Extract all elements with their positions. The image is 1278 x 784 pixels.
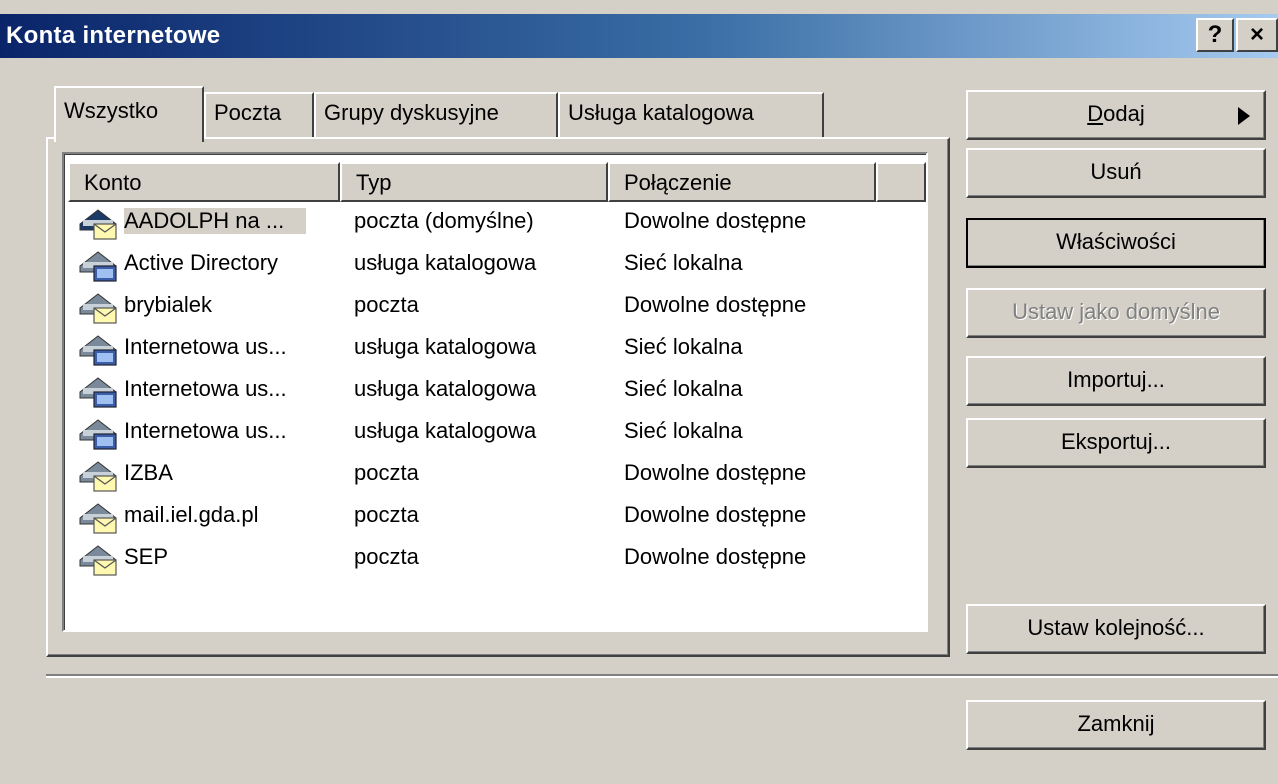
account-name: Internetowa us... xyxy=(124,376,287,401)
account-name: mail.iel.gda.pl xyxy=(124,502,259,527)
close-window-button[interactable]: × xyxy=(1236,18,1278,52)
list-item[interactable]: SEP poczta Dowolne dostępne xyxy=(64,538,926,580)
column-header-filler xyxy=(876,162,926,202)
help-button[interactable]: ? xyxy=(1196,18,1234,52)
account-name: IZBA xyxy=(124,460,173,485)
tab-label: Grupy dyskusyjne xyxy=(324,100,499,125)
directory-service-icon xyxy=(79,335,117,366)
account-type: poczta xyxy=(354,460,419,485)
account-type: usługa katalogowa xyxy=(354,418,537,443)
mail-account-icon xyxy=(79,545,117,576)
tab-usluga-katalogowa[interactable]: Usługa katalogowa xyxy=(558,92,824,138)
account-name: brybialek xyxy=(124,292,213,317)
mail-account-icon xyxy=(79,461,117,492)
list-item[interactable]: Internetowa us... usługa katalogowa Sieć l… xyxy=(64,412,926,454)
column-header-typ[interactable]: Typ xyxy=(340,162,608,202)
list-item[interactable]: IZBA poczta Dowolne dostępne xyxy=(64,454,926,496)
list-item[interactable]: AADOLPH na ... poczta (domyślne) Dowolne d… xyxy=(64,202,926,244)
add-button[interactable]: Dodaj xyxy=(966,90,1266,140)
account-name: Active Directory xyxy=(124,250,279,275)
account-type: usługa katalogowa xyxy=(354,376,537,401)
account-type: poczta xyxy=(354,502,419,527)
account-name: AADOLPH na ... xyxy=(124,208,307,234)
account-connection: Sieć lokalna xyxy=(624,334,743,359)
directory-service-icon xyxy=(79,419,117,450)
column-header-konto[interactable]: Konto xyxy=(68,162,340,202)
account-connection: Sieć lokalna xyxy=(624,376,743,401)
mail-account-icon xyxy=(79,503,117,534)
title-bar[interactable]: Konta internetowe ? × xyxy=(0,14,1278,58)
tab-label: Usługa katalogowa xyxy=(568,100,754,125)
tab-label: Poczta xyxy=(214,100,282,125)
list-item[interactable]: Internetowa us... usługa katalogowa Sieć l… xyxy=(64,370,926,412)
set-default-button[interactable]: Ustaw jako domyślne xyxy=(966,288,1266,338)
account-connection: Dowolne dostępne xyxy=(624,292,807,317)
account-type: usługa katalogowa xyxy=(354,250,537,275)
directory-service-icon xyxy=(79,251,117,282)
account-name: SEP xyxy=(124,544,169,569)
account-connection: Sieć lokalna xyxy=(624,418,743,443)
account-type: poczta xyxy=(354,292,419,317)
export-button[interactable]: Eksportuj... xyxy=(966,418,1266,468)
add-button-label: Dodaj xyxy=(1087,101,1145,126)
account-name: Internetowa us... xyxy=(124,334,287,359)
directory-service-icon xyxy=(79,377,117,408)
account-type: poczta xyxy=(354,544,419,569)
account-connection: Dowolne dostępne xyxy=(624,208,807,233)
account-connection: Dowolne dostępne xyxy=(624,502,807,527)
set-order-button[interactable]: Ustaw kolejność... xyxy=(966,604,1266,654)
column-header-polaczenie[interactable]: Połączenie xyxy=(608,162,876,202)
tab-wszystko[interactable]: Wszystko xyxy=(54,86,204,142)
import-button[interactable]: Importuj... xyxy=(966,356,1266,406)
account-type: usługa katalogowa xyxy=(354,334,537,359)
remove-button[interactable]: Usuń xyxy=(966,148,1266,198)
tab-poczta[interactable]: Poczta xyxy=(204,92,314,138)
accounts-list[interactable]: Konto Typ Połączenie AADOLPH na ... poczt… xyxy=(62,152,928,632)
account-connection: Dowolne dostępne xyxy=(624,460,807,485)
mail-account-icon xyxy=(79,293,117,324)
properties-button[interactable]: Właściwości xyxy=(966,218,1266,268)
account-connection: Sieć lokalna xyxy=(624,250,743,275)
account-type: poczta (domyślne) xyxy=(354,208,534,233)
account-connection: Dowolne dostępne xyxy=(624,544,807,569)
mail-account-default-icon xyxy=(79,209,117,240)
list-item[interactable]: Internetowa us... usługa katalogowa Sieć l… xyxy=(64,328,926,370)
account-name: Internetowa us... xyxy=(124,418,287,443)
list-item[interactable]: Active Directory usługa katalogowa Sieć lo… xyxy=(64,244,926,286)
separator xyxy=(46,674,1278,678)
close-button[interactable]: Zamknij xyxy=(966,700,1266,750)
window-title: Konta internetowe xyxy=(6,22,221,49)
list-item[interactable]: mail.iel.gda.pl poczta Dowolne dostępne xyxy=(64,496,926,538)
list-item[interactable]: brybialek poczta Dowolne dostępne xyxy=(64,286,926,328)
submenu-arrow-icon xyxy=(1238,107,1250,125)
tab-label: Wszystko xyxy=(64,98,159,123)
tab-grupy-dyskusyjne[interactable]: Grupy dyskusyjne xyxy=(314,92,558,138)
